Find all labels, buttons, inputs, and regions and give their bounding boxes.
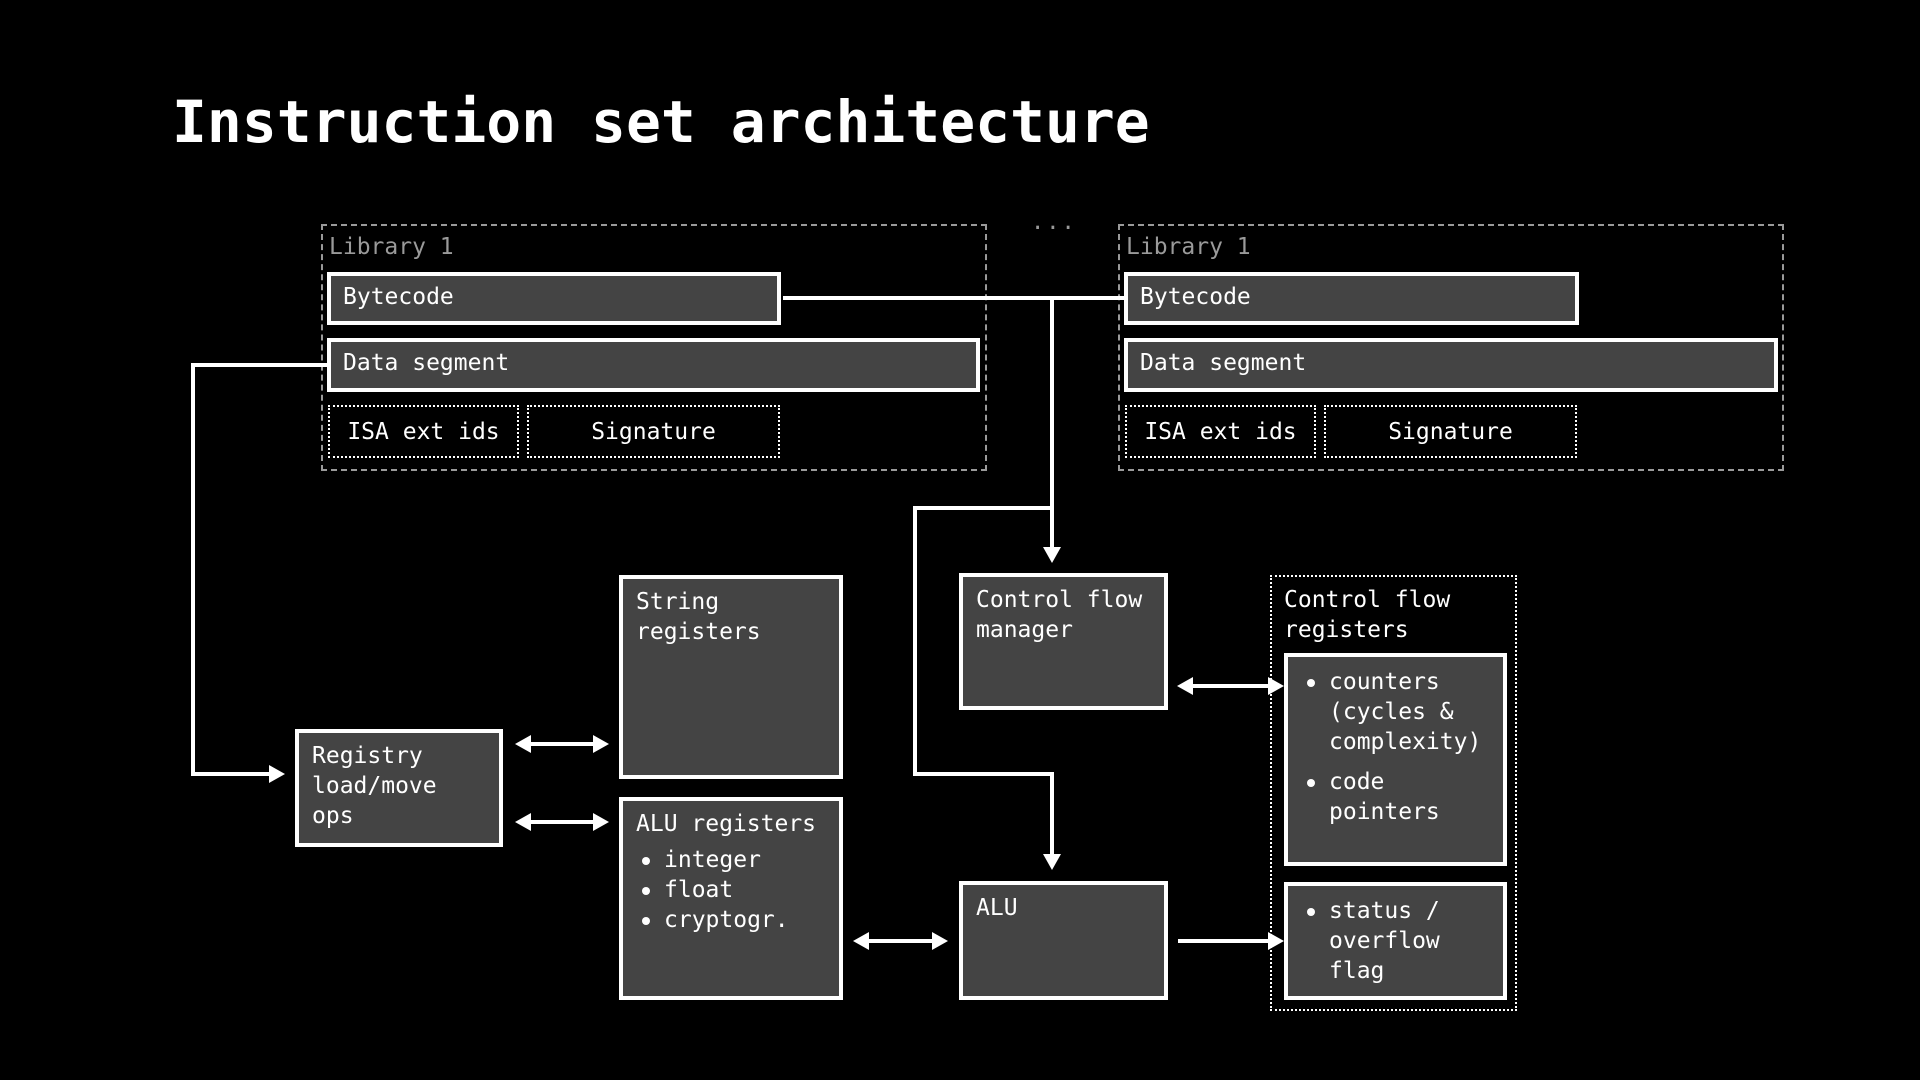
- arrowhead-icon: [1177, 677, 1193, 695]
- counters-pointers-block: counters (cycles & complexity) code poin…: [1284, 653, 1507, 866]
- data-segment-to-registry-line: [191, 363, 327, 776]
- status-flag-block: status / overflow flag: [1284, 882, 1507, 1000]
- cf-register-list: counters (cycles & complexity) code poin…: [1301, 667, 1490, 827]
- page-title: Instruction set architecture: [172, 88, 1150, 156]
- string-registers-block: String registers: [619, 575, 843, 779]
- data-segment-block: Data segment: [1124, 338, 1778, 392]
- block-title: Control flow manager: [976, 587, 1143, 643]
- block-title: ALU: [976, 895, 1018, 921]
- bytecode-block: Bytecode: [327, 272, 781, 325]
- arrowhead-icon: [269, 765, 285, 783]
- block-title: Registry load/move ops: [312, 743, 437, 829]
- control-flow-manager-block: Control flow manager: [959, 573, 1168, 710]
- registry-load-move-ops-block: Registry load/move ops: [295, 729, 503, 847]
- library-label: Library 1: [329, 234, 454, 260]
- more-libraries-ellipsis: ...: [1031, 210, 1077, 235]
- alu-register-list: integer float cryptogr.: [636, 845, 826, 935]
- arrowhead-icon: [1043, 854, 1061, 870]
- isa-ext-ids-block: ISA ext ids: [328, 405, 519, 458]
- arrowhead-icon: [1043, 547, 1061, 563]
- arrowhead-icon: [593, 735, 609, 753]
- library-label: Library 1: [1126, 234, 1251, 260]
- list-item: cryptogr.: [636, 905, 826, 935]
- arrowhead-icon: [515, 813, 531, 831]
- list-item: status / overflow flag: [1301, 896, 1490, 986]
- list-item: counters (cycles & complexity): [1301, 667, 1490, 757]
- signature-block: Signature: [527, 405, 780, 458]
- data-segment-block: Data segment: [327, 338, 980, 392]
- isa-ext-ids-block: ISA ext ids: [1125, 405, 1316, 458]
- arrowhead-icon: [853, 932, 869, 950]
- block-title: String registers: [636, 589, 761, 645]
- group-title: Control flow registers: [1284, 587, 1451, 643]
- alu-registers-block: ALU registers integer float cryptogr.: [619, 797, 843, 1000]
- list-item: float: [636, 875, 826, 905]
- alu-block: ALU: [959, 881, 1168, 1000]
- list-item: code pointers: [1301, 767, 1490, 827]
- arrowhead-icon: [515, 735, 531, 753]
- status-list: status / overflow flag: [1301, 896, 1490, 986]
- list-item: integer: [636, 845, 826, 875]
- signature-block: Signature: [1324, 405, 1577, 458]
- block-title: ALU registers: [636, 811, 817, 837]
- arrowhead-icon: [593, 813, 609, 831]
- arrowhead-icon: [932, 932, 948, 950]
- bytecode-block: Bytecode: [1124, 272, 1579, 325]
